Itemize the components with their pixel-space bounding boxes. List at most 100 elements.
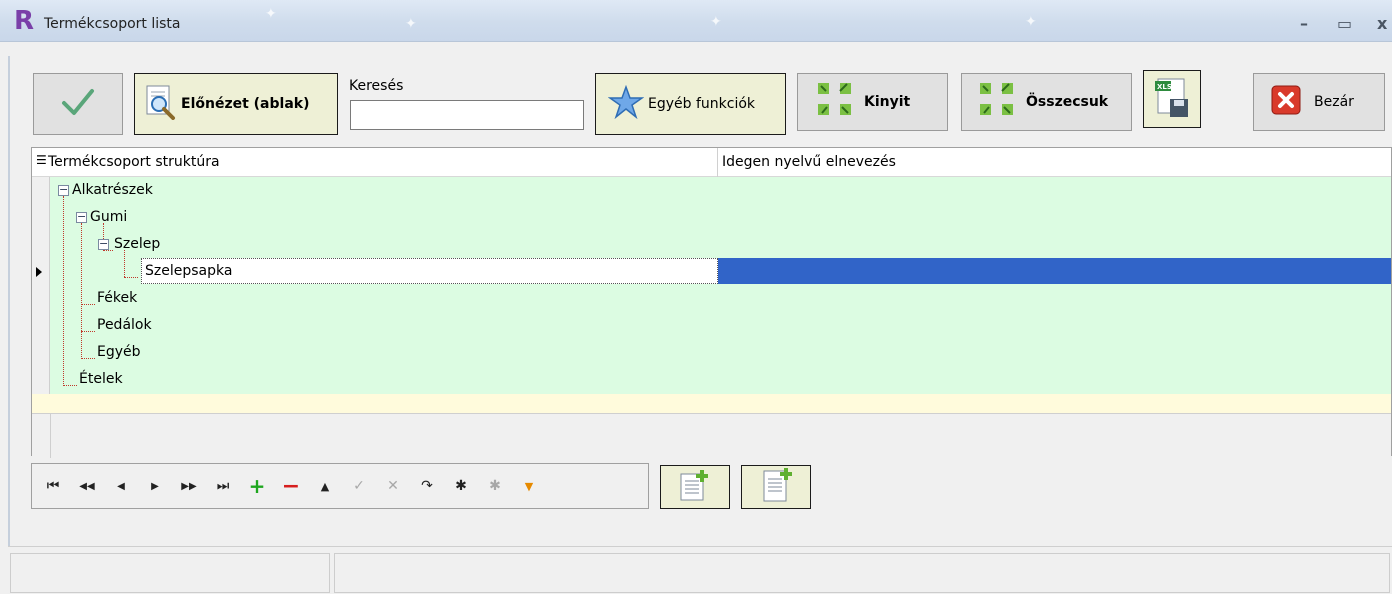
tree-row[interactable]: Ételek — [50, 366, 1391, 393]
set-bookmark-button[interactable]: ✱ — [444, 469, 478, 503]
last-record-icon: ⏭ — [216, 478, 230, 494]
next-page-icon: ▶▶ — [181, 480, 197, 492]
edit-record-button[interactable]: ▲ — [308, 469, 342, 503]
status-bar — [8, 546, 1392, 594]
footer-divider — [50, 414, 51, 458]
edit-icon: ▲ — [320, 479, 330, 493]
other-functions-label: Egyéb funkciók — [648, 96, 756, 112]
prev-record-button[interactable]: ◀ — [104, 469, 138, 503]
next-record-icon: ▶ — [151, 480, 159, 492]
tree-node-label: Szelepsapka — [145, 263, 233, 279]
collapse-all-label: Összecsuk — [1026, 94, 1109, 110]
current-row-pointer-icon — [36, 267, 42, 277]
add-sibling-button[interactable] — [660, 465, 730, 509]
expand-all-button[interactable]: Kinyit — [797, 73, 948, 131]
add-child-button[interactable] — [741, 465, 811, 509]
delete-icon: − — [281, 473, 301, 499]
record-navigator: ⏮ ◀◀ ◀ ▶ ▶▶ ⏭ + − ▲ ✓ ✕ ↷ ✱ ✱ ▼ — [31, 463, 649, 509]
tree-node-label: Gumi — [90, 209, 128, 225]
search-input[interactable] — [350, 100, 584, 130]
status-panel — [334, 553, 1390, 593]
collapse-node-icon[interactable]: − — [58, 184, 69, 196]
first-record-icon: ⏮ — [46, 478, 60, 494]
app-logo: R — [14, 6, 35, 36]
tree-body[interactable]: − Alkatrészek − Gumi − Szelep Szelepsapk… — [50, 177, 1391, 394]
grid-header: ☰ Termékcsoport struktúra Idegen nyelvű … — [32, 148, 1391, 177]
title-bar: ✦ ✦ ✦ ✦ R Termékcsoport lista – ▭ x — [0, 0, 1392, 42]
decor-sparkle: ✦ — [265, 6, 277, 22]
cancel-icon: ✕ — [387, 478, 399, 494]
tree-row-selected[interactable]: Szelepsapka — [50, 258, 1391, 285]
selected-row-highlight[interactable] — [718, 258, 1391, 284]
column-header-structure[interactable]: Termékcsoport struktúra — [48, 154, 220, 170]
first-record-button[interactable]: ⏮ — [36, 469, 70, 503]
decor-sparkle: ✦ — [1025, 14, 1037, 30]
other-functions-button[interactable]: Egyéb funkciók — [595, 73, 786, 135]
collapse-node-icon[interactable]: − — [98, 238, 109, 250]
red-x-icon — [1270, 84, 1302, 120]
collapse-node-icon[interactable]: − — [76, 211, 87, 223]
add-document-icon — [677, 468, 713, 506]
tree-node-label: Alkatrészek — [72, 182, 153, 198]
maximize-button[interactable]: ▭ — [1337, 14, 1352, 33]
row-indicator-column — [32, 177, 50, 394]
star-icon — [607, 84, 645, 123]
post-record-button[interactable]: ✓ — [342, 469, 376, 503]
new-row-area[interactable] — [32, 394, 1391, 413]
collapse-arrows-icon — [976, 80, 1020, 124]
insert-icon: + — [248, 474, 266, 498]
cancel-edit-button[interactable]: ✕ — [376, 469, 410, 503]
refresh-icon: ↷ — [421, 478, 433, 494]
refresh-button[interactable]: ↷ — [410, 469, 444, 503]
next-page-button[interactable]: ▶▶ — [172, 469, 206, 503]
tree-node-label: Fékek — [97, 290, 138, 306]
filter-icon: ▼ — [524, 479, 534, 493]
next-record-button[interactable]: ▶ — [138, 469, 172, 503]
excel-save-icon: XLS — [1152, 75, 1192, 123]
delete-record-button[interactable]: − — [274, 469, 308, 503]
window-title: Termékcsoport lista — [44, 16, 181, 32]
expand-all-label: Kinyit — [864, 94, 911, 110]
tree-node-label: Egyéb — [97, 344, 141, 360]
tree-row[interactable]: Egyéb — [50, 339, 1391, 366]
goto-bookmark-icon: ✱ — [489, 478, 501, 494]
preview-window-button[interactable]: Előnézet (ablak) — [134, 73, 338, 135]
expand-arrows-icon — [814, 80, 858, 124]
tree-row[interactable]: Fékek — [50, 285, 1391, 312]
checkmark-icon — [61, 87, 95, 121]
column-separator[interactable] — [717, 148, 718, 177]
status-panel — [10, 553, 330, 593]
post-icon: ✓ — [353, 478, 365, 494]
prev-page-button[interactable]: ◀◀ — [70, 469, 104, 503]
insert-record-button[interactable]: + — [240, 469, 274, 503]
add-child-document-icon — [758, 467, 794, 507]
close-label: Bezár — [1314, 94, 1354, 110]
search-label: Keresés — [349, 78, 404, 94]
decor-sparkle: ✦ — [710, 14, 722, 30]
column-header-foreign-name[interactable]: Idegen nyelvű elnevezés — [722, 154, 896, 170]
last-record-button[interactable]: ⏭ — [206, 469, 240, 503]
close-button[interactable]: Bezár — [1253, 73, 1385, 131]
column-menu-icon[interactable]: ☰ — [36, 153, 47, 167]
grid-footer — [32, 413, 1391, 458]
collapse-all-button[interactable]: Összecsuk — [961, 73, 1132, 131]
decor-sparkle: ✦ — [405, 16, 417, 32]
bookmark-icon: ✱ — [455, 478, 467, 494]
magnifier-document-icon — [145, 84, 177, 124]
svg-text:XLS: XLS — [1157, 83, 1172, 91]
close-window-button[interactable]: x — [1377, 14, 1387, 33]
preview-window-label: Előnézet (ablak) — [181, 96, 310, 112]
export-xls-button[interactable]: XLS — [1143, 70, 1201, 128]
ok-button[interactable] — [33, 73, 123, 135]
tree-grid[interactable]: ☰ Termékcsoport struktúra Idegen nyelvű … — [31, 147, 1392, 458]
tree-row[interactable]: − Alkatrészek — [50, 177, 1391, 204]
prev-page-icon: ◀◀ — [79, 480, 95, 492]
tree-row[interactable]: − Gumi — [50, 204, 1391, 231]
tree-node-label: Ételek — [79, 371, 123, 387]
goto-bookmark-button[interactable]: ✱ — [478, 469, 512, 503]
tree-row[interactable]: − Szelep — [50, 231, 1391, 258]
filter-button[interactable]: ▼ — [512, 469, 546, 503]
tree-node-label: Szelep — [114, 236, 161, 252]
tree-row[interactable]: Pedálok — [50, 312, 1391, 339]
minimize-button[interactable]: – — [1300, 14, 1308, 33]
